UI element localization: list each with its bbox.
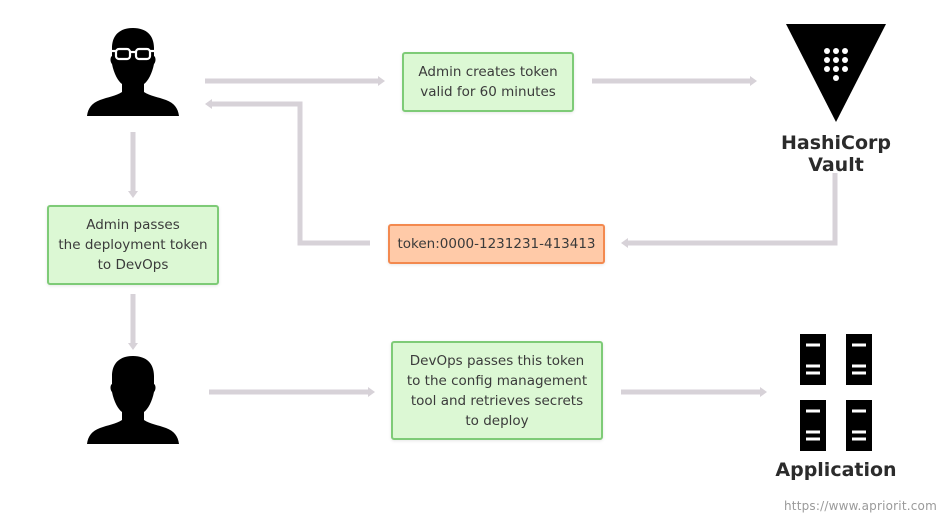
- admin-with-glasses-icon: [87, 28, 179, 116]
- devops-user-icon: [87, 356, 179, 444]
- arrowhead-right: [760, 387, 767, 397]
- arrowhead-right: [378, 76, 385, 86]
- devops-step-text: DevOps passes this token to the config m…: [406, 352, 588, 429]
- token-value-text: token:0000-1231231-413413: [397, 236, 596, 252]
- create-token-text: Admin creates token valid for 60 minutes: [418, 64, 558, 100]
- watermark-url: https://www.apriorit.com: [784, 499, 937, 513]
- arrow-vault-to-token-box: [628, 173, 838, 246]
- arrowhead-down: [128, 343, 138, 350]
- arrow-token-box-to-admin: [212, 101, 370, 246]
- arrowhead-right: [750, 76, 757, 86]
- pass-token-text: Admin passes the deployment token to Dev…: [58, 217, 208, 273]
- devops-step-box: DevOps passes this token to the config m…: [391, 341, 603, 440]
- arrowhead-left: [205, 99, 212, 109]
- create-token-box: Admin creates token valid for 60 minutes: [402, 52, 574, 112]
- token-value-box: token:0000-1231231-413413: [388, 224, 605, 264]
- vault-label: HashiCorp Vault: [780, 132, 892, 176]
- hashicorp-vault-logo-icon: [786, 24, 886, 122]
- pass-token-box: Admin passes the deployment token to Dev…: [47, 205, 219, 285]
- server-rack-icon: [800, 334, 872, 451]
- arrowhead-right: [368, 387, 375, 397]
- arrowhead-left: [621, 238, 628, 248]
- arrowhead-down: [128, 191, 138, 198]
- application-label: Application: [775, 459, 897, 481]
